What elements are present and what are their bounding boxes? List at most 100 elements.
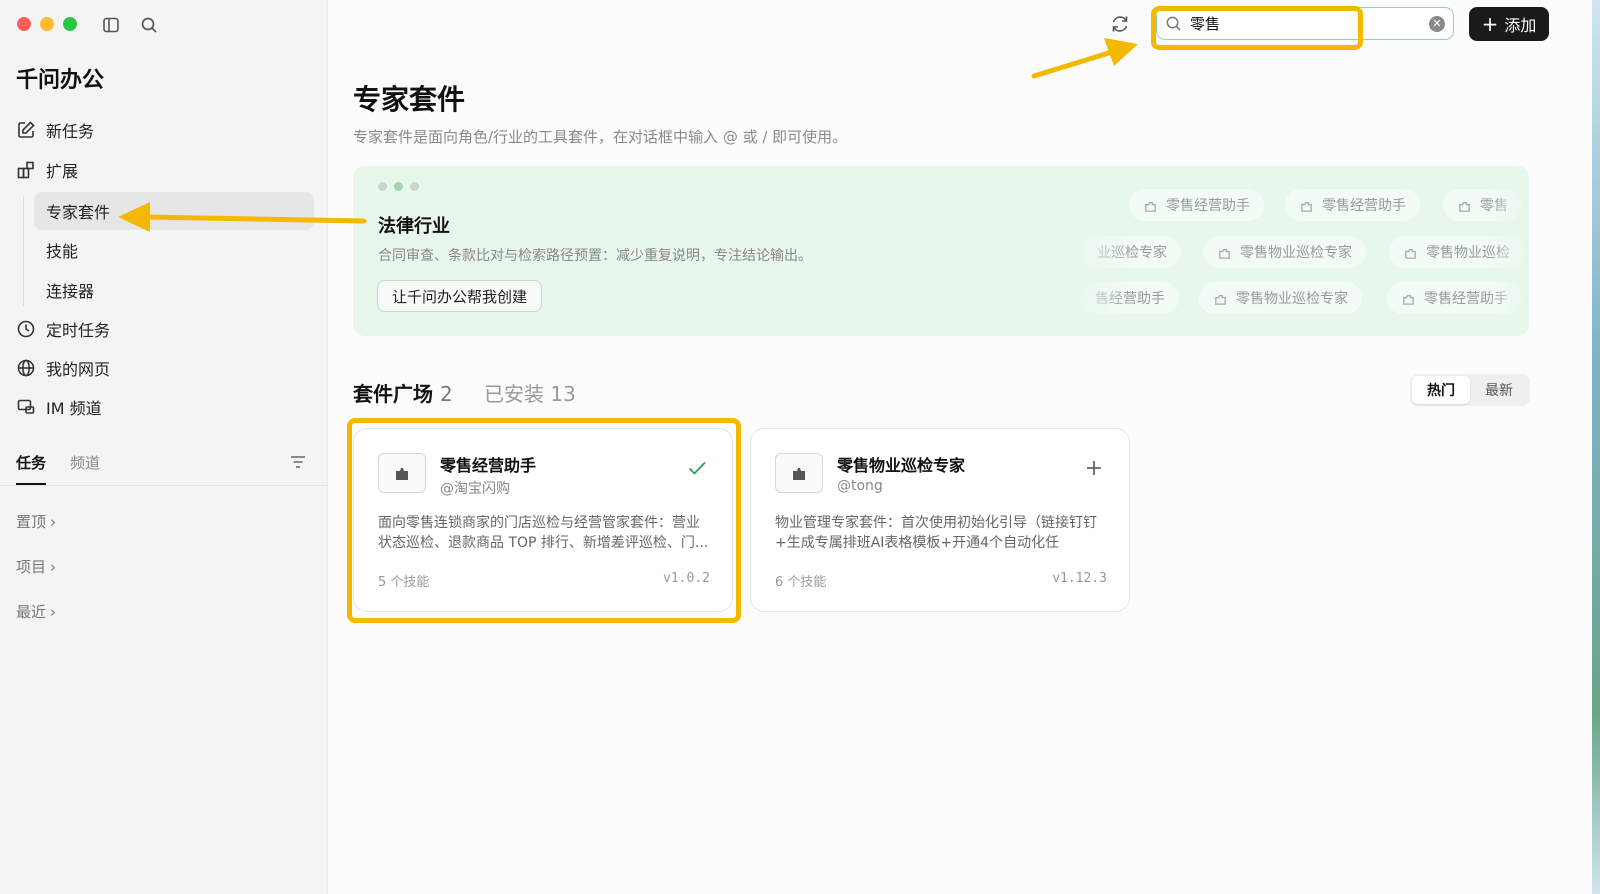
clock-icon [17, 320, 35, 338]
extensions-icon [17, 161, 34, 179]
section-label: 套件广场 [353, 382, 433, 406]
sidebar-tabs: 任务 频道 [16, 452, 100, 485]
suite-version: v1.12.3 [1052, 571, 1107, 586]
nav-label: IM 频道 [46, 399, 102, 418]
suite-description: 物业管理专家套件：首次使用初始化引导（链接钉钉+生成专属排班AI表格模板+开通4… [775, 515, 1097, 551]
search-icon [1166, 16, 1181, 31]
nav-label: 我的网页 [46, 360, 111, 379]
window-controls [17, 17, 77, 31]
add-button[interactable]: + 添加 [1469, 7, 1549, 41]
scrollbar[interactable] [1592, 0, 1600, 894]
main-content: ✕ + 添加 专家套件 专家套件是面向角色/行业的工具套件，在对话框中输入 @ … [328, 0, 1600, 894]
tab-installed[interactable]: 已安装 13 [484, 378, 576, 407]
plus-icon: + [1481, 12, 1499, 36]
tab-tasks[interactable]: 任务 [16, 452, 47, 485]
banner-description: 合同审查、条款比对与检索路径预置：减少重复说明，专注结论输出。 [378, 248, 812, 264]
puzzle-icon [1145, 201, 1156, 212]
nav-im-channel[interactable]: IM 频道 [16, 392, 102, 422]
minimize-window-button[interactable] [40, 17, 54, 31]
suite-card[interactable]: 零售物业巡检专家 @tong 物业管理专家套件：首次使用初始化引导（链接钉钉+生… [750, 428, 1130, 612]
search-input[interactable] [1190, 14, 1421, 33]
chevron-right-icon: › [50, 557, 57, 576]
sort-new-button[interactable]: 最新 [1470, 376, 1528, 404]
sidebar-item-expert-suite[interactable]: 专家套件 [34, 192, 314, 230]
puzzle-icon [1403, 294, 1414, 305]
nav-new-task[interactable]: 新任务 [16, 115, 94, 145]
sort-hot-button[interactable]: 热门 [1412, 376, 1470, 404]
package-icon [378, 453, 426, 493]
chip-label: 零售经营助手 [1166, 198, 1250, 214]
section-count: 2 [439, 382, 453, 406]
section-count: 13 [550, 382, 576, 406]
puzzle-icon [1219, 248, 1230, 259]
subnav-line [23, 196, 24, 306]
nav-label: 新任务 [46, 122, 95, 141]
im-channel-icon [17, 399, 35, 414]
page-title: 专家套件 [353, 83, 466, 116]
sidebar-item-connectors[interactable]: 连接器 [34, 271, 314, 309]
puzzle-icon [1301, 201, 1312, 212]
filter-icon[interactable] [288, 452, 308, 472]
banner-fade [1489, 166, 1529, 336]
suite-version: v1.0.2 [663, 571, 710, 586]
chevron-right-icon: › [50, 602, 57, 621]
suite-name: 零售物业巡检专家 [837, 456, 966, 475]
clear-icon[interactable]: ✕ [1429, 15, 1445, 32]
suite-skill-count: 6 个技能 [775, 575, 827, 590]
installed-check-icon[interactable] [686, 457, 708, 479]
suggestion-chip[interactable]: 零售物业巡检专家 [1203, 236, 1366, 268]
tab-channels[interactable]: 频道 [70, 452, 100, 485]
sub-label: 连接器 [46, 282, 95, 301]
banner-fade [1073, 166, 1133, 336]
sub-label: 技能 [46, 242, 79, 261]
sidebar: 千问办公 新任务 扩展 专家套件 技能 连接器 定时任务 我的网页 IM 频道 … [0, 0, 328, 894]
suggestion-chip[interactable]: 零售经营助手 [1129, 189, 1264, 221]
banner-dots [378, 182, 419, 191]
nav-scheduled[interactable]: 定时任务 [16, 314, 110, 344]
nav-label: 扩展 [46, 162, 79, 181]
tabs-divider [0, 485, 327, 486]
search-box[interactable]: ✕ [1156, 7, 1454, 40]
suggestion-chip[interactable]: 零售物业巡检专家 [1199, 282, 1362, 314]
search-icon[interactable] [138, 14, 160, 36]
globe-icon [17, 359, 35, 377]
suite-card[interactable]: 零售经营助手 @淘宝闪购 面向零售连锁商家的门店巡检与经营管家套件：营业状态巡检… [353, 428, 733, 612]
suggestion-chip[interactable]: 零售经营助手 [1285, 189, 1420, 221]
suite-author: @淘宝闪购 [440, 481, 510, 497]
featured-banner: 法律行业 合同审查、条款比对与检索路径预置：减少重复说明，专注结论输出。 让千问… [353, 166, 1529, 336]
nav-extensions[interactable]: 扩展 [16, 155, 78, 185]
sort-toggle: 热门 最新 [1410, 374, 1530, 406]
sub-label: 专家套件 [46, 203, 111, 222]
page-description: 专家套件是面向角色/行业的工具套件，在对话框中输入 @ 或 / 即可使用。 [353, 128, 848, 146]
nav-my-pages[interactable]: 我的网页 [16, 353, 110, 383]
edit-icon [18, 121, 35, 138]
puzzle-icon [1459, 201, 1470, 212]
tab-suite-market[interactable]: 套件广场 2 [353, 378, 453, 407]
section-label: 已安装 [484, 382, 544, 406]
group-label: 项目 [16, 558, 47, 576]
puzzle-icon [1405, 248, 1416, 259]
sidebar-item-skills[interactable]: 技能 [34, 231, 314, 269]
create-with-assistant-button[interactable]: 让千问办公帮我创建 [377, 280, 543, 312]
suite-description: 面向零售连锁商家的门店巡检与经营管家套件：营业状态巡检、退款商品 TOP 排行、… [378, 515, 709, 551]
suite-skill-count: 5 个技能 [378, 575, 430, 590]
banner-title: 法律行业 [378, 216, 450, 237]
group-label: 最近 [16, 603, 47, 621]
refresh-icon[interactable] [1109, 13, 1131, 35]
chevron-right-icon: › [50, 512, 57, 531]
suite-author: @tong [837, 478, 883, 494]
suite-name: 零售经营助手 [440, 456, 537, 475]
group-pinned[interactable]: 置顶 › [16, 511, 56, 532]
close-window-button[interactable] [17, 17, 31, 31]
chip-label: 零售物业巡检专家 [1236, 291, 1348, 307]
app-title: 千问办公 [16, 68, 105, 93]
maximize-window-button[interactable] [63, 17, 77, 31]
nav-label: 定时任务 [46, 321, 111, 340]
add-suite-plus-icon[interactable] [1083, 457, 1105, 479]
sidebar-toggle-icon[interactable] [100, 14, 122, 36]
group-projects[interactable]: 项目 › [16, 556, 56, 577]
chip-label: 零售经营助手 [1322, 198, 1406, 214]
add-button-label: 添加 [1504, 16, 1537, 35]
group-recent[interactable]: 最近 › [16, 601, 56, 622]
chip-label: 零售物业巡检专家 [1240, 245, 1352, 261]
